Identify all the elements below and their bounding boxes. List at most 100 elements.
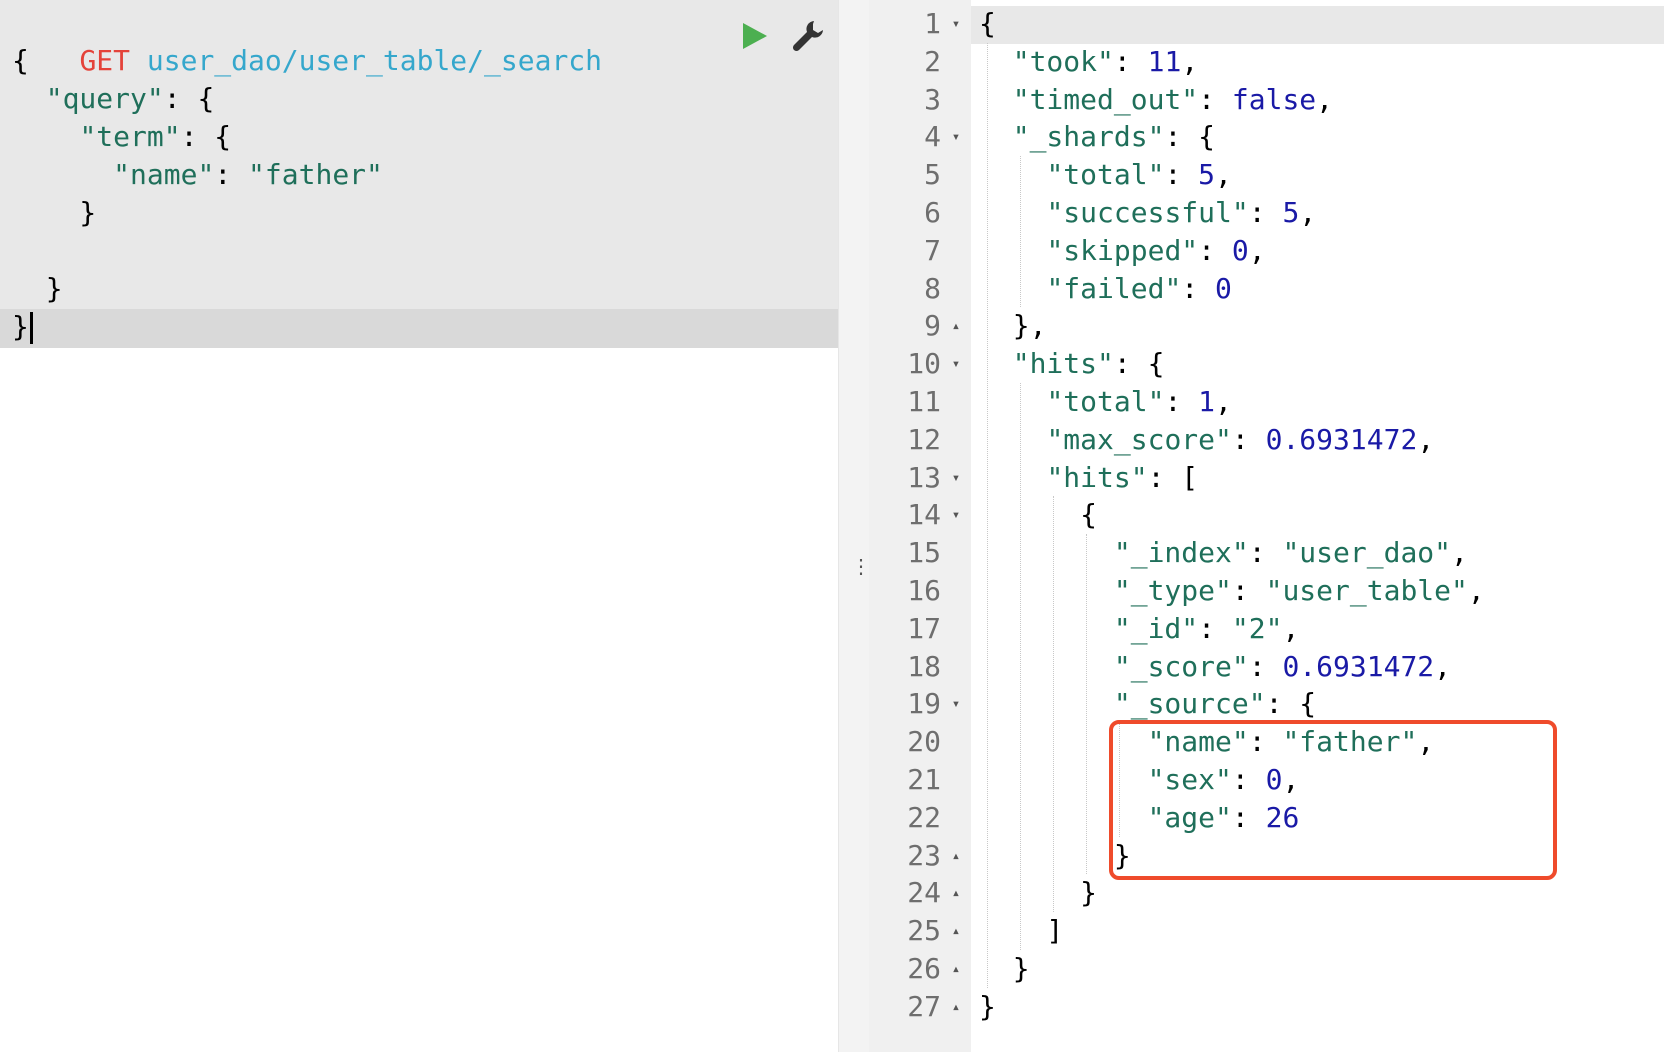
line-number: 24	[907, 876, 941, 910]
line-number: 25	[907, 914, 941, 948]
code-token: "_index"	[1113, 536, 1249, 570]
code-token: }	[979, 876, 1098, 910]
code-token: "father"	[248, 158, 383, 191]
code-token: 1	[1198, 385, 1216, 418]
response-code-line: "failed": 0	[979, 270, 1232, 308]
code-token: "query"	[45, 82, 164, 115]
line-number: 22	[907, 800, 941, 834]
response-code-line: "_shards": {	[979, 118, 1215, 156]
fold-collapse-icon[interactable]: ▾	[947, 5, 965, 43]
response-code-line: "successful": 5,	[979, 194, 1316, 232]
fold-expand-icon[interactable]: ▴	[947, 837, 965, 875]
code-token: "successful"	[1046, 196, 1249, 229]
code-token: ,	[1215, 385, 1232, 418]
fold-expand-icon[interactable]: ▴	[947, 307, 965, 345]
request-line: GET user_dao/user_table/_search	[12, 4, 602, 77]
pane-splitter[interactable]: ⋮	[839, 0, 871, 1052]
fold-expand-icon[interactable]: ▴	[947, 988, 965, 1026]
line-number: 16	[907, 574, 941, 607]
response-code-line: {	[979, 496, 1097, 534]
line-number: 2	[924, 44, 941, 78]
request-url[interactable]: user_dao/user_table/_search	[147, 44, 602, 77]
fold-collapse-icon[interactable]: ▾	[947, 459, 965, 497]
response-code-line: "max_score": 0.6931472,	[979, 421, 1434, 459]
response-code-line: "_index": "user_dao",	[979, 534, 1468, 572]
code-token: :	[1198, 233, 1232, 267]
response-code-line: "took": 11,	[979, 43, 1198, 81]
line-number: 13	[907, 460, 941, 494]
response-code-line: "skipped": 0,	[979, 232, 1265, 270]
code-token: false	[1231, 82, 1317, 116]
code-token: :	[1231, 422, 1266, 456]
response-code-line: "total": 1,	[979, 383, 1232, 421]
line-number: 18	[907, 649, 941, 683]
code-token: ,	[1451, 536, 1468, 570]
fold-expand-icon[interactable]: ▴	[947, 912, 965, 950]
code-token: "_shards"	[1012, 120, 1165, 154]
line-number: 27	[907, 989, 941, 1023]
line-number: 10	[907, 347, 941, 381]
code-token: 0	[1215, 271, 1232, 305]
code-token: "user_table"	[1265, 574, 1468, 607]
run-request-button[interactable]	[738, 20, 770, 52]
code-token: : {	[180, 120, 232, 153]
text-cursor	[29, 312, 33, 344]
line-number: 12	[907, 422, 941, 456]
code-token: 0	[1231, 233, 1249, 267]
code-token: }	[979, 952, 1030, 985]
code-token: :	[1164, 158, 1199, 192]
code-token: }	[12, 310, 29, 343]
code-token: 0.6931472	[1265, 422, 1418, 456]
request-method[interactable]: GET	[79, 44, 130, 77]
code-token: 5	[1198, 158, 1216, 192]
code-token: "_source"	[1113, 687, 1266, 721]
code-token: ,	[1467, 574, 1485, 607]
response-code-line: }	[979, 837, 1131, 875]
fold-expand-icon[interactable]: ▴	[947, 950, 965, 988]
code-token: ,	[1299, 196, 1317, 229]
code-token: :	[1164, 385, 1199, 418]
fold-collapse-icon[interactable]: ▾	[947, 496, 965, 534]
code-token: "total"	[1046, 158, 1165, 192]
settings-button[interactable]	[790, 18, 826, 54]
code-token: :	[1248, 649, 1283, 683]
code-token: "term"	[79, 120, 181, 153]
fold-expand-icon[interactable]: ▴	[947, 874, 965, 912]
code-token: : {	[163, 82, 215, 115]
line-number: 5	[924, 158, 941, 192]
play-icon	[743, 23, 767, 49]
code-token: "failed"	[1046, 271, 1182, 305]
request-code-line: "name": "father"	[12, 156, 383, 194]
line-number: 19	[907, 687, 941, 721]
splitter-handle-icon[interactable]: ⋮	[851, 556, 871, 596]
response-code-line: }	[979, 874, 1097, 912]
code-token: "hits"	[1046, 460, 1148, 494]
line-number: 6	[924, 196, 941, 229]
code-token: :	[1198, 82, 1232, 116]
fold-collapse-icon[interactable]: ▾	[947, 685, 965, 723]
request-code-line: {	[12, 42, 29, 80]
fold-collapse-icon[interactable]: ▾	[947, 345, 965, 383]
request-code-line: }	[12, 270, 63, 308]
code-token: : [	[1147, 460, 1199, 494]
code-token: },	[979, 309, 1047, 343]
fold-collapse-icon[interactable]: ▾	[947, 118, 965, 156]
code-token: 11	[1147, 44, 1182, 78]
response-viewer[interactable]: 1 ▾{2 "took": 11, 3 "timed_out": false, 4 ▾ …	[869, 0, 1664, 1052]
code-token: 0.6931472	[1282, 649, 1435, 683]
code-token: ,	[1316, 82, 1334, 116]
code-token: "took"	[1012, 44, 1114, 78]
response-code-line: "timed_out": false,	[979, 81, 1333, 119]
response-active-line	[971, 6, 1664, 44]
response-code-line: "_id": "2",	[979, 610, 1299, 648]
request-current-line	[0, 309, 838, 348]
request-editor[interactable]: GET user_dao/user_table/_search { "query…	[0, 0, 839, 1052]
code-token: {	[12, 44, 29, 77]
